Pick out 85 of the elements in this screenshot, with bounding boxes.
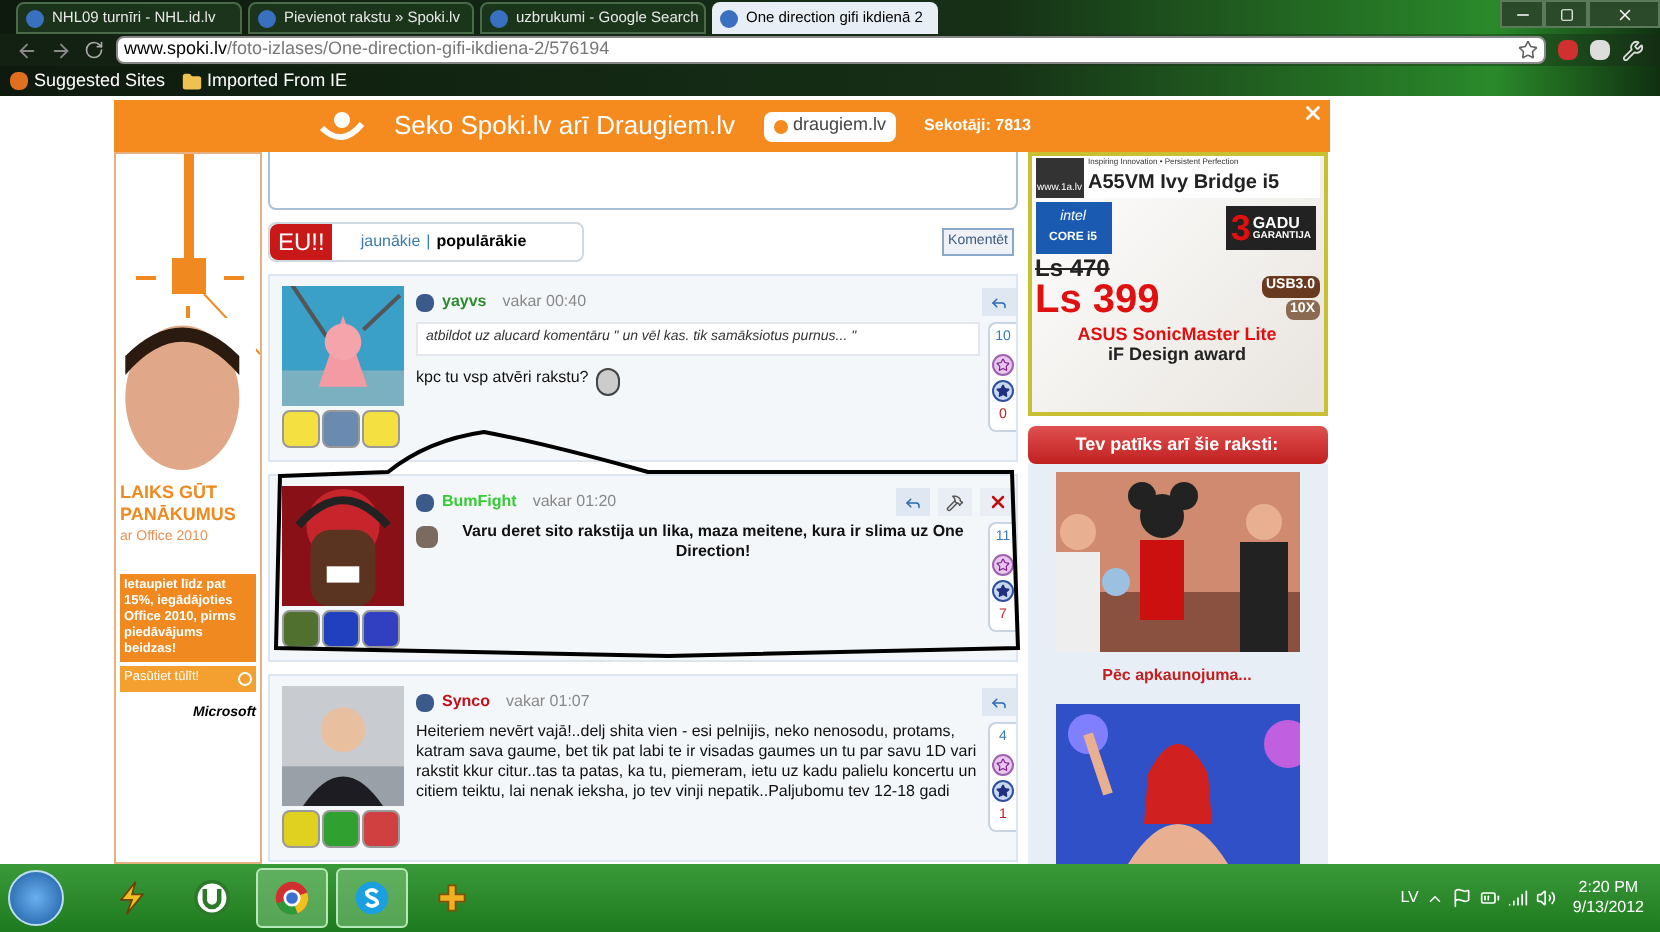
reply-icon	[990, 693, 1008, 711]
old-price: Ls 470	[1035, 256, 1112, 280]
badge-icon	[322, 410, 360, 448]
comment-time: vakar 00:40	[502, 290, 587, 314]
tab-favicon-icon	[26, 9, 44, 27]
user-icon	[416, 293, 434, 311]
related-caption[interactable]: Pēc apkaunojuma...	[1102, 664, 1252, 688]
star-up-icon[interactable]	[992, 553, 1014, 575]
bookmark-star-icon[interactable]	[1518, 40, 1538, 60]
reply-button[interactable]	[982, 288, 1016, 316]
volume-icon[interactable]	[1536, 888, 1557, 908]
reply-icon	[990, 293, 1008, 311]
maximize-icon	[1559, 7, 1573, 21]
url-host: www.spoki.lv	[124, 36, 228, 63]
sort-separator: |	[426, 230, 431, 254]
brand-line: ASUS SonicMaster Lite	[1075, 326, 1279, 344]
badge-icon	[362, 810, 400, 848]
bookmark-item[interactable]: Suggested Sites	[10, 67, 166, 95]
star-down-icon[interactable]	[992, 779, 1014, 801]
badge-icon	[362, 610, 400, 648]
user-icon	[416, 693, 434, 711]
user-icon	[416, 493, 434, 511]
logo-icon	[318, 108, 366, 144]
username-link[interactable]: yayvs	[442, 290, 487, 314]
back-icon[interactable]	[16, 39, 38, 61]
forward-icon[interactable]	[50, 39, 72, 61]
signal-icon[interactable]	[1508, 888, 1529, 908]
username-link[interactable]: Synco	[442, 690, 491, 714]
star-down-icon[interactable]	[992, 379, 1014, 401]
flag-icon[interactable]	[1452, 888, 1473, 908]
reload-icon[interactable]	[84, 40, 104, 60]
avatar-small-icon	[416, 526, 438, 548]
reply-button[interactable]	[982, 688, 1016, 716]
reply-button[interactable]	[896, 488, 930, 516]
badge-icon	[322, 610, 360, 648]
star-up-icon[interactable]	[992, 753, 1014, 775]
folder-icon	[181, 71, 202, 91]
settings-icon[interactable]	[1622, 39, 1644, 61]
battery-icon[interactable]	[1480, 888, 1501, 908]
tab-favicon-icon	[490, 9, 508, 27]
delete-icon	[988, 492, 1008, 512]
close-icon	[1615, 5, 1633, 23]
start-button[interactable]	[8, 870, 64, 926]
chrome-icon[interactable]	[274, 880, 310, 916]
maximize-button[interactable]	[1544, 0, 1588, 28]
followers-count: Sekotāji: 7813	[924, 114, 1031, 138]
clock[interactable]: 2:20 PM 9/13/2012	[1564, 878, 1652, 918]
tab-favicon-icon	[720, 9, 738, 27]
draugiem-button[interactable]: draugiem.lv	[763, 111, 897, 141]
draugiem-icon	[773, 119, 788, 133]
laptop-model: A55VM Ivy Bridge i5	[1088, 170, 1280, 198]
badge-icon	[282, 610, 320, 648]
award-line: iF Design award	[1105, 346, 1249, 364]
related-heading: Tev patīks arī šie raksti:	[1027, 426, 1327, 464]
comment-time: vakar 01:07	[506, 690, 590, 714]
hammer-icon	[946, 493, 964, 511]
badge-icon	[282, 410, 320, 448]
ad-headline: LAIKS GŪT PANĀKUMUS	[120, 482, 238, 526]
suggested-sites-icon	[10, 72, 28, 90]
star-down-icon[interactable]	[992, 579, 1014, 601]
eu-logo: EU!!	[270, 224, 333, 260]
star-up-icon[interactable]	[992, 353, 1014, 375]
address-field[interactable]: www.spoki.lv/foto-izlases/One-direction-gifi-ikdiena-2/576194	[116, 36, 1546, 64]
torrent-icon[interactable]	[194, 880, 230, 916]
close-button[interactable]	[1588, 0, 1660, 28]
comment-text: Varu deret sito rakstija un lika, maza meitene, kura ir slima uz One Direction!	[460, 522, 966, 562]
badge-icon	[282, 810, 320, 848]
sort-tab[interactable]: jaunākie	[360, 230, 421, 254]
puzzle-icon[interactable]	[434, 880, 470, 916]
badge-icon	[322, 810, 360, 848]
lightning-icon[interactable]	[114, 880, 150, 916]
skype-icon[interactable]	[354, 880, 390, 916]
comment-text: kpc tu vsp atvēri rakstu?	[416, 367, 589, 387]
follow-text: Seko Spoki.lv arī Draugiem.lv	[394, 108, 736, 145]
reply-icon	[904, 493, 922, 511]
sale-price: Ls 399	[1035, 280, 1160, 320]
url-path: /foto-izlases/One-direction-gifi-ikdiena-2/576194	[227, 36, 610, 63]
hammer-button[interactable]	[938, 488, 972, 516]
comment-text: Heiteriem nevērt vajā!..delj shita vien - esi pelnijis, neko nenosodu, protams, katram sava gaume, bet tik pat labi te ir visadas gaumes un tu par savu 1D vari rakstit kkur citur..tas ta patas, ka tu, piemeram, ietu uz kadu palielu koncertu un citiem teiktu, lai nenak ieksha, jo tev vinji nepatik..Paljubomu tev 12-18 gadi	[416, 722, 979, 802]
language-indicator[interactable]: LV	[1400, 886, 1419, 910]
sort-tab[interactable]: populārākie	[436, 230, 527, 254]
badge-icon	[362, 410, 400, 448]
tab-favicon-icon	[258, 9, 276, 27]
bookmark-item[interactable]: Imported From IE	[181, 67, 348, 95]
comment-time: vakar 01:20	[532, 490, 617, 514]
